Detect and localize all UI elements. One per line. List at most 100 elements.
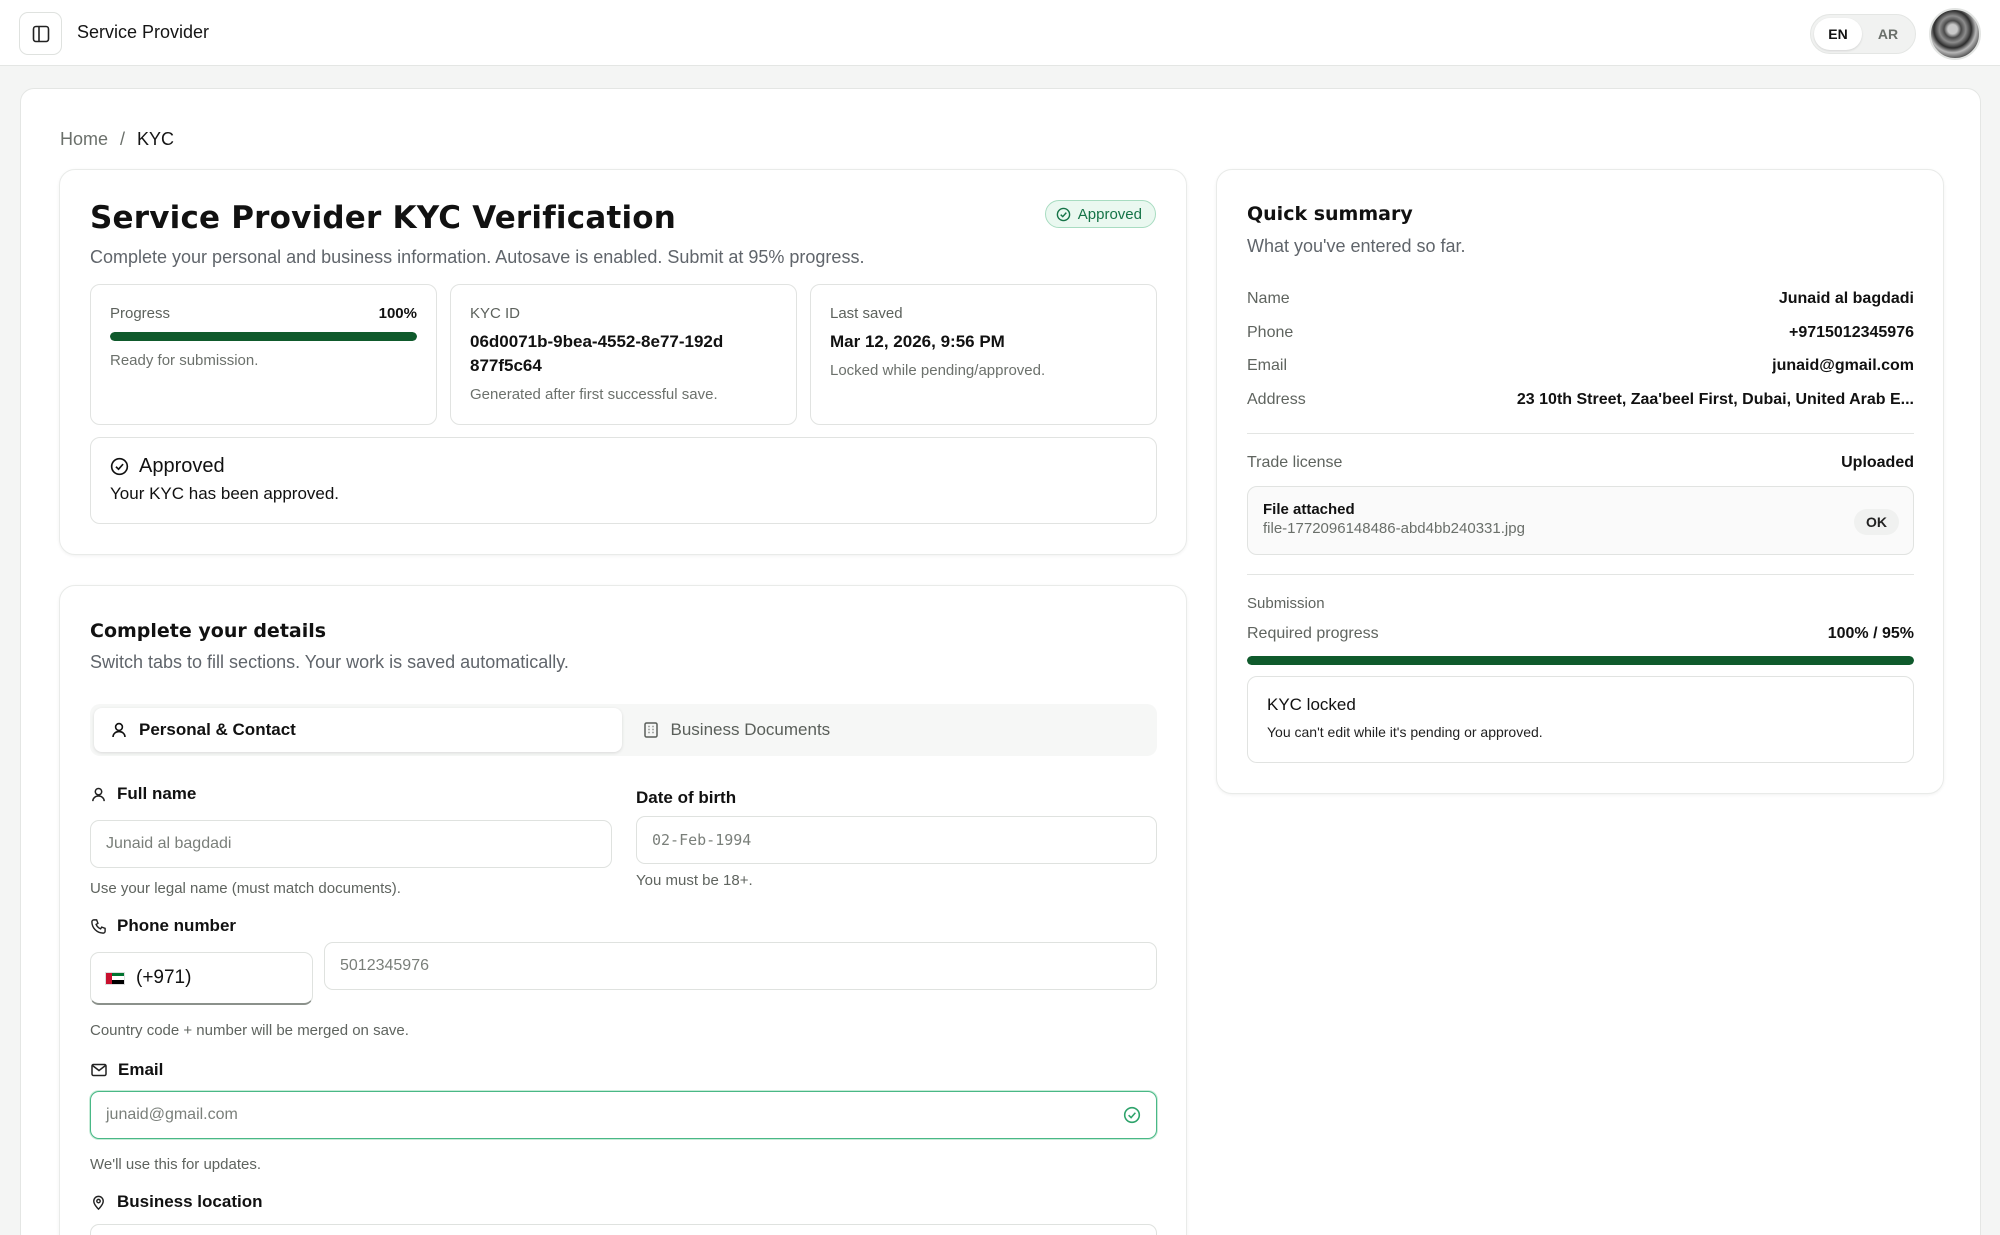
locked-title: KYC locked	[1267, 695, 1356, 714]
divider	[1247, 574, 1914, 575]
attached-file: File attached file-1772096148486-abd4bb2…	[1247, 486, 1914, 555]
mail-icon	[91, 1063, 107, 1077]
summary-row-email: Email junaid@gmail.com	[1247, 357, 1914, 375]
user-icon	[92, 787, 105, 801]
full-name-input[interactable]: Junaid al bagdadi	[90, 820, 612, 868]
summary-title: Quick summary	[1247, 203, 1413, 225]
dob-label-text: Date of birth	[636, 788, 737, 807]
kyc-subtitle: Complete your personal and business info…	[90, 247, 865, 267]
email-label: Email	[90, 1060, 163, 1080]
phone-label-text: Phone number	[117, 916, 237, 935]
trade-license-key: Trade license	[1247, 454, 1343, 471]
phone-label: Phone number	[90, 916, 236, 936]
submission-label: Submission	[1247, 595, 1325, 612]
details-card: Complete your details Switch tabs to fil…	[59, 585, 1187, 1235]
approved-message: Your KYC has been approved.	[110, 484, 340, 503]
uae-flag-icon	[105, 971, 125, 985]
status-badge: Approved	[1044, 200, 1156, 228]
full-name-label-text: Full name	[117, 784, 197, 803]
language-switch: EN AR	[1810, 14, 1916, 54]
summary-row-phone: Phone +9715012345976	[1247, 324, 1914, 342]
kyc-id-value: 06d0071b-9bea-4552-8e77-192d877f5c64	[470, 332, 724, 375]
full-name-hint: Use your legal name (must match document…	[90, 880, 401, 897]
business-location-input[interactable]	[90, 1224, 1157, 1235]
business-location-label-text: Business location	[117, 1192, 263, 1211]
details-subtitle: Switch tabs to fill sections. Your work …	[90, 652, 569, 672]
summary-value: +9715012345976	[1788, 324, 1914, 341]
dob-label: Date of birth	[636, 788, 736, 808]
required-progress-row: Required progress 100% / 95%	[1247, 625, 1914, 643]
summary-value: 23 10th Street, Zaa'beel First, Dubai, U…	[1516, 391, 1914, 408]
check-circle-icon	[1123, 1106, 1141, 1124]
phone-hint: Country code + number will be merged on …	[90, 1022, 409, 1039]
approved-title: Approved	[139, 455, 225, 477]
full-name-label: Full name	[90, 784, 196, 804]
business-location-label: Business location	[90, 1192, 262, 1212]
tab-personal-contact-label: Personal & Contact	[139, 720, 296, 739]
last-saved-note: Locked while pending/approved.	[830, 362, 1046, 379]
breadcrumb-home-link[interactable]: Home	[60, 129, 108, 150]
tab-business-documents[interactable]: Business Documents	[626, 708, 1154, 752]
summary-key: Email	[1247, 357, 1288, 374]
top-bar: Service Provider EN AR	[0, 0, 2000, 66]
sidebar-icon	[32, 25, 49, 42]
required-progress-value: 100% / 95%	[1827, 625, 1914, 642]
progress-bar-fill	[110, 332, 417, 341]
trade-license-value: Uploaded	[1841, 454, 1914, 471]
quick-summary-card: Quick summary What you've entered so far…	[1216, 169, 1944, 794]
tab-personal-contact[interactable]: Personal & Contact	[94, 708, 622, 752]
summary-value: junaid@gmail.com	[1772, 357, 1914, 374]
status-badge-label: Approved	[1077, 205, 1142, 223]
kyc-id-box: KYC ID 06d0071b-9bea-4552-8e77-192d877f5…	[450, 284, 797, 425]
locked-message: You can't edit while it's pending or app…	[1267, 724, 1543, 740]
kyc-id-note: Generated after first successful save.	[470, 386, 718, 403]
approved-alert: Approved Your KYC has been approved.	[90, 437, 1157, 524]
progress-note: Ready for submission.	[110, 352, 259, 369]
email-input[interactable]: junaid@gmail.com	[90, 1091, 1157, 1139]
summary-key: Name	[1247, 290, 1290, 307]
required-progress-label: Required progress	[1247, 625, 1379, 642]
breadcrumb-current: KYC	[137, 129, 175, 149]
country-code-value: (+971)	[136, 967, 192, 988]
submission-progress-fill	[1247, 656, 1914, 665]
progress-bar	[110, 332, 417, 341]
avatar[interactable]	[1929, 8, 1981, 60]
breadcrumb: Home / KYC	[60, 129, 174, 150]
kyc-locked-alert: KYC locked You can't edit while it's pen…	[1247, 676, 1914, 763]
last-saved-box: Last saved Mar 12, 2026, 9:56 PM Locked …	[810, 284, 1157, 425]
main-content: Home / KYC Service Provider KYC Verifica…	[20, 88, 1981, 1235]
last-saved-label: Last saved	[830, 305, 903, 322]
user-icon	[112, 722, 126, 738]
submission-progress-bar	[1247, 656, 1914, 665]
email-label-text: Email	[118, 1060, 164, 1079]
summary-value: Junaid al bagdadi	[1778, 290, 1914, 307]
file-name: file-1772096148486-abd4bb240331.jpg	[1263, 520, 1525, 537]
check-circle-icon	[110, 457, 129, 476]
phone-input[interactable]: 5012345976	[324, 942, 1157, 990]
breadcrumb-separator: /	[120, 129, 126, 149]
summary-subtitle: What you've entered so far.	[1247, 236, 1466, 256]
email-hint: We'll use this for updates.	[90, 1156, 262, 1173]
dob-hint: You must be 18+.	[636, 872, 753, 889]
phone-icon	[91, 918, 106, 934]
map-pin-icon	[93, 1195, 104, 1210]
summary-row-trade-license: Trade license Uploaded	[1247, 454, 1914, 472]
summary-row-address: Address 23 10th Street, Zaa'beel First, …	[1247, 391, 1914, 409]
building-icon	[643, 722, 658, 738]
language-en-button[interactable]: EN	[1814, 18, 1862, 50]
email-input-value: junaid@gmail.com	[106, 1106, 238, 1123]
kyc-status-card: Service Provider KYC Verification Approv…	[59, 169, 1187, 555]
app-title: Service Provider	[77, 22, 210, 42]
progress-percent: 100%	[378, 305, 417, 322]
page-title: Service Provider KYC Verification	[90, 200, 677, 236]
summary-key: Phone	[1247, 324, 1294, 341]
sidebar-toggle-button[interactable]	[19, 12, 62, 55]
country-code-select[interactable]: (+971)	[90, 952, 313, 1005]
progress-box: Progress 100% Ready for submission.	[90, 284, 437, 425]
kyc-id-label: KYC ID	[470, 305, 521, 322]
last-saved-value: Mar 12, 2026, 9:56 PM	[830, 332, 1005, 351]
dob-input[interactable]: 02-Feb-1994	[636, 816, 1157, 864]
details-tabs: Personal & Contact Business Documents	[90, 704, 1157, 756]
language-ar-button[interactable]: AR	[1864, 18, 1912, 50]
progress-label: Progress	[110, 305, 171, 322]
